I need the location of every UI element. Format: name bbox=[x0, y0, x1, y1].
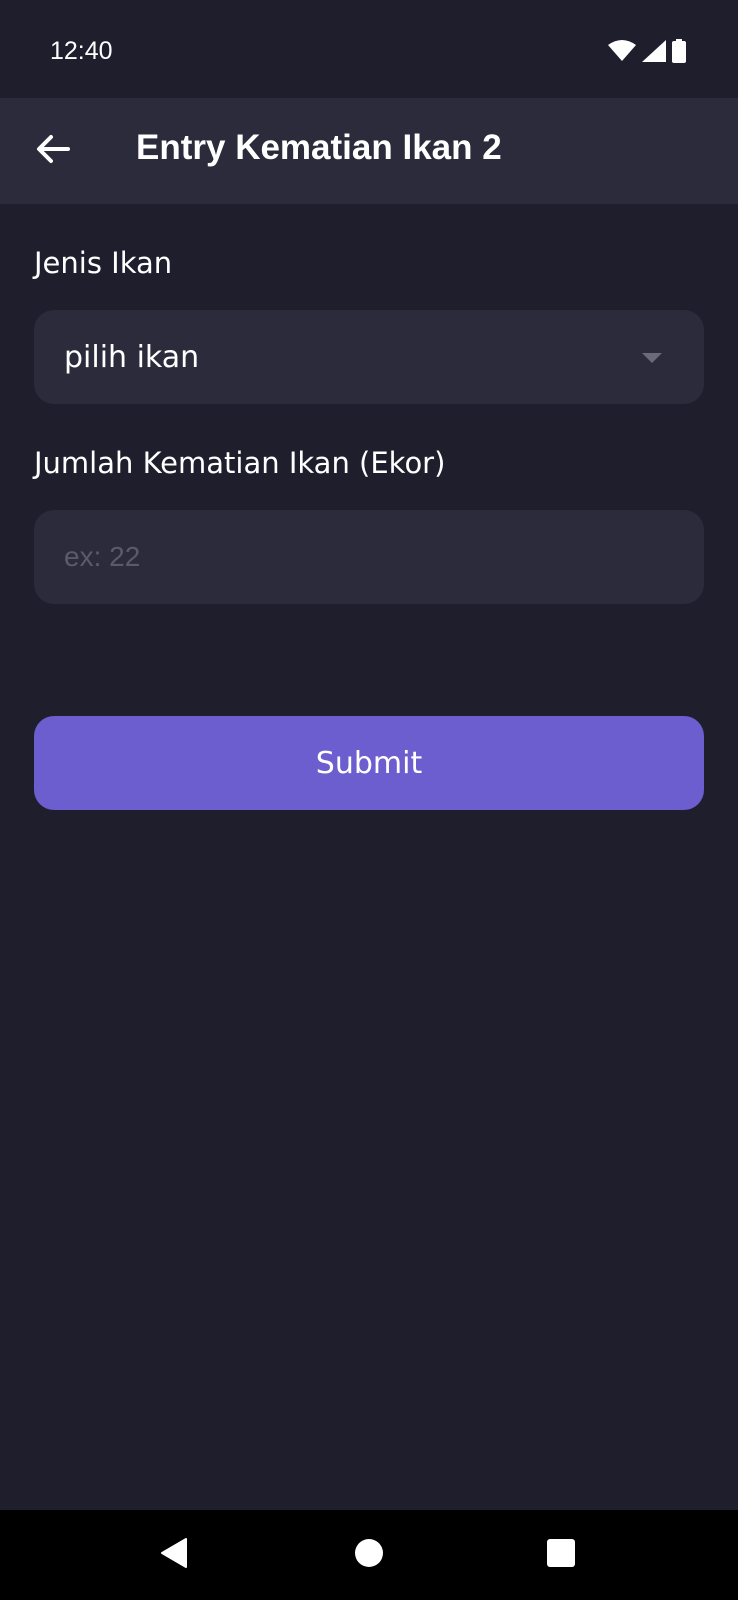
nav-back-icon bbox=[160, 1537, 188, 1573]
system-nav-bar bbox=[0, 1510, 738, 1600]
status-bar: 12:40 bbox=[0, 0, 738, 98]
arrow-left-icon bbox=[36, 134, 70, 168]
status-time: 12:40 bbox=[50, 37, 113, 65]
screen: 12:40 Entry Kematian Ikan 2 Jenis Ikan p… bbox=[0, 0, 738, 1600]
back-button[interactable] bbox=[26, 124, 80, 178]
submit-button[interactable]: Submit bbox=[34, 716, 704, 810]
nav-recents-icon bbox=[547, 1539, 575, 1571]
status-icons bbox=[608, 38, 686, 64]
wifi-icon bbox=[608, 40, 636, 62]
nav-home-icon bbox=[354, 1538, 384, 1572]
nav-home-button[interactable] bbox=[347, 1533, 391, 1577]
fish-type-label: Jenis Ikan bbox=[34, 246, 173, 280]
app-bar: Entry Kematian Ikan 2 bbox=[0, 98, 738, 204]
nav-recents-button[interactable] bbox=[539, 1533, 583, 1577]
fish-type-dropdown[interactable]: pilih ikan bbox=[34, 310, 704, 404]
death-count-input[interactable] bbox=[34, 510, 704, 604]
nav-back-button[interactable] bbox=[152, 1533, 196, 1577]
battery-icon bbox=[672, 39, 686, 63]
death-count-label: Jumlah Kematian Ikan (Ekor) bbox=[34, 446, 446, 480]
page-title: Entry Kematian Ikan 2 bbox=[136, 128, 502, 167]
caret-down-icon bbox=[642, 350, 662, 363]
signal-icon bbox=[642, 40, 666, 62]
fish-type-selected-value: pilih ikan bbox=[64, 340, 200, 375]
